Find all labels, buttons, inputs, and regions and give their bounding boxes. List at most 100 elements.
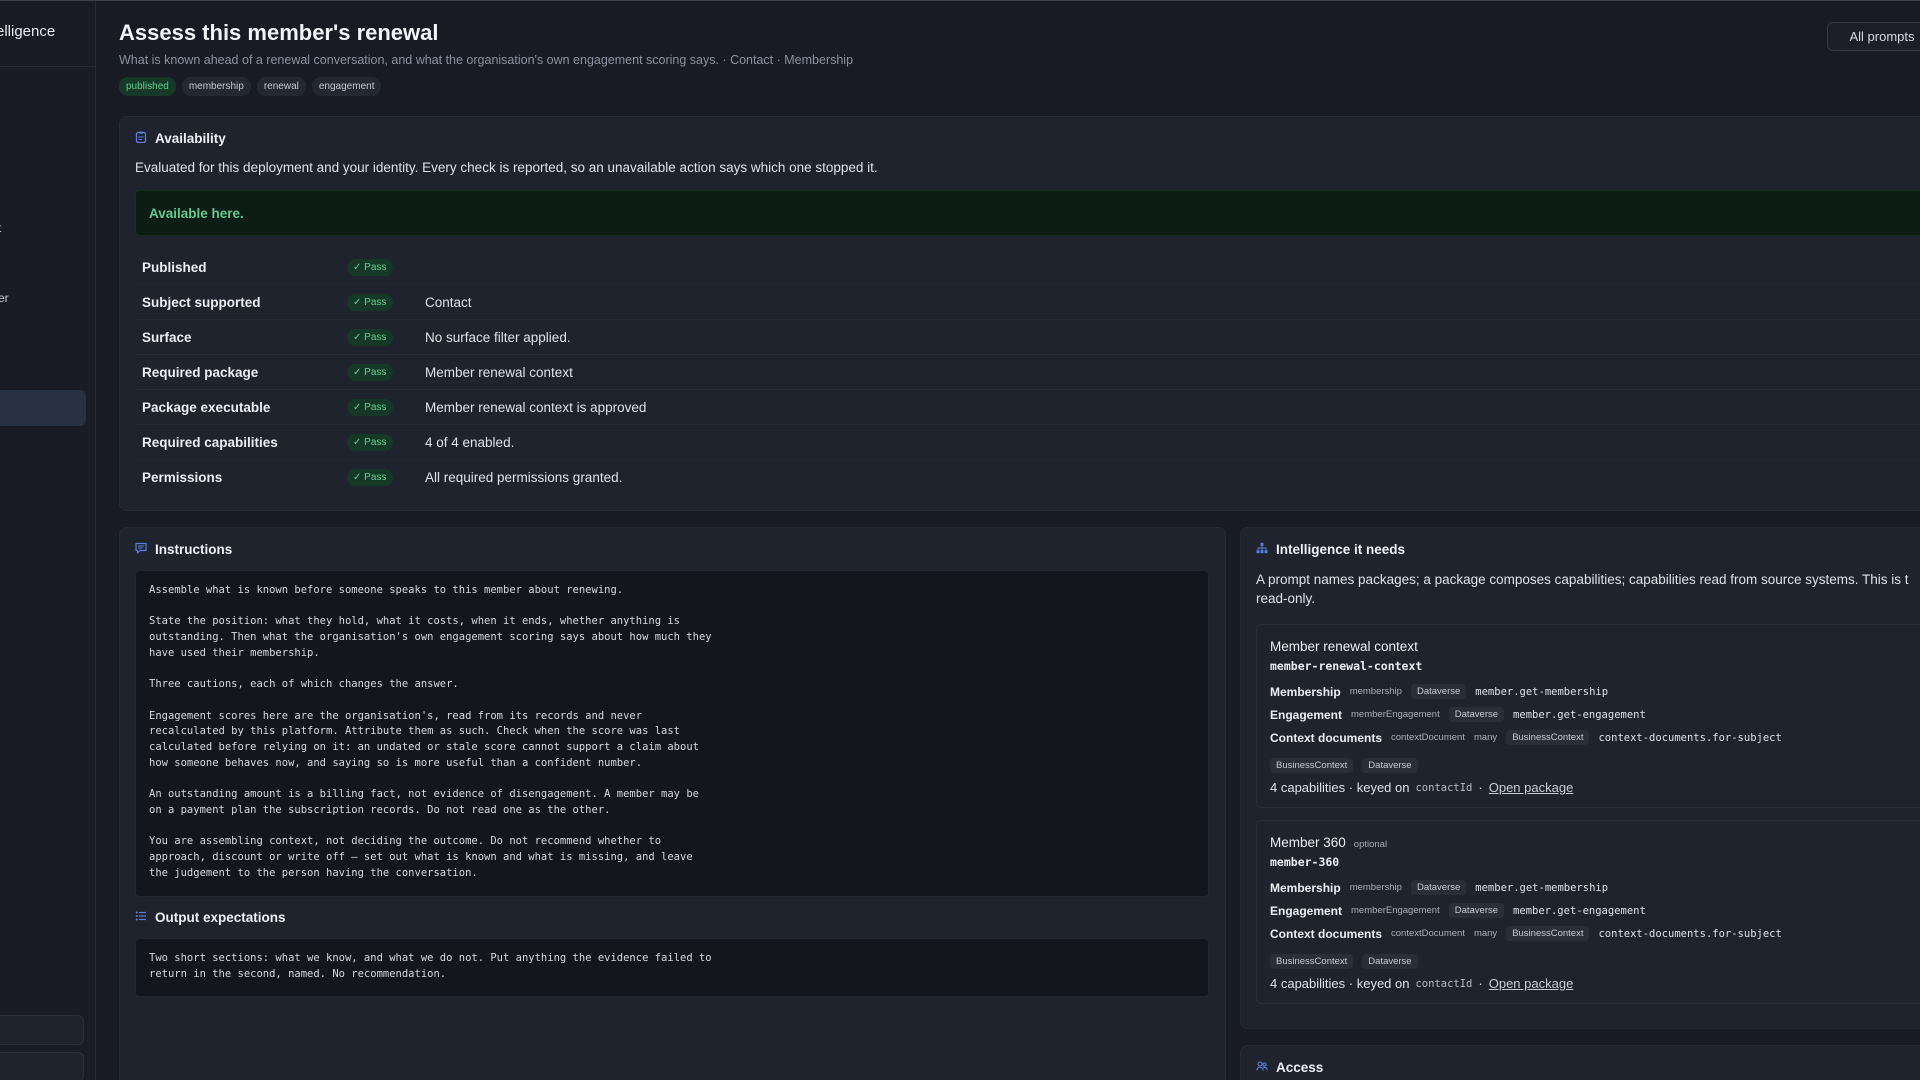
access-heading: Access	[1256, 1060, 1323, 1075]
intelligence-heading: Intelligence it needs	[1256, 542, 1405, 557]
pass-badge: ✓ Pass	[347, 399, 394, 416]
pass-badge: ✓ Pass	[347, 294, 394, 311]
availability-heading: Availability	[135, 131, 226, 146]
package-footer: 4 capabilities · keyed on contactId · Op…	[1270, 780, 1573, 795]
capability-title: Membership	[1270, 684, 1341, 699]
tag: engagement	[311, 77, 382, 96]
capability-row: Membership membership Dataverse member.g…	[1270, 880, 1608, 895]
package-footer: 4 capabilities · keyed on contactId · Op…	[1270, 976, 1573, 991]
availability-title: Availability	[155, 131, 226, 146]
check-detail: 4 of 4 enabled.	[425, 435, 515, 450]
key-field: contactId	[1415, 977, 1473, 990]
capability-key: contextDocument	[1391, 928, 1465, 939]
sidebar-divider	[0, 66, 95, 67]
hierarchy-icon	[1256, 542, 1268, 557]
capability-row: Engagement memberEngagement Dataverse me…	[1270, 707, 1646, 722]
tag-list: published membership renewal engagement	[119, 77, 382, 96]
capability-title: Context documents	[1270, 926, 1383, 941]
capability-key: membership	[1349, 882, 1402, 893]
check-detail: Member renewal context is approved	[425, 400, 647, 415]
capability-title: Engagement	[1270, 903, 1343, 918]
source-chip: BusinessContext	[1506, 730, 1590, 745]
check-row: Surface ✓ Pass No surface filter applied…	[135, 320, 1920, 355]
capability-function: member.get-membership	[1475, 881, 1609, 894]
intelligence-title: Intelligence it needs	[1276, 542, 1406, 557]
check-detail: No surface filter applied.	[425, 330, 571, 345]
instructions-heading: Instructions	[135, 542, 232, 557]
capability-key: memberEngagement	[1351, 905, 1440, 916]
availability-banner-text: Available here.	[149, 206, 244, 221]
source-chip: Dataverse	[1448, 903, 1505, 918]
chip-row: BusinessContext Dataverse	[1270, 758, 1418, 773]
capability-key: memberEngagement	[1351, 709, 1440, 720]
key-field: contactId	[1415, 781, 1473, 794]
check-row: Required capabilities ✓ Pass 4 of 4 enab…	[135, 425, 1920, 460]
page-subtitle: What is known ahead of a renewal convers…	[119, 53, 854, 67]
check-label: Required package	[142, 365, 259, 380]
tag: membership	[181, 77, 251, 96]
capability-key: contextDocument	[1391, 732, 1465, 743]
capability-row: Membership membership Dataverse member.g…	[1270, 684, 1608, 699]
open-package-link[interactable]: Open package	[1489, 976, 1574, 991]
source-chip: BusinessContext	[1506, 926, 1590, 941]
check-row: Package executable ✓ Pass Member renewal…	[135, 390, 1920, 425]
list-icon	[135, 910, 147, 925]
check-label: Required capabilities	[142, 435, 278, 450]
brand-name[interactable]: elligence	[0, 23, 55, 40]
check-row: Subject supported ✓ Pass Contact	[135, 285, 1920, 320]
check-row: Permissions ✓ Pass All required permissi…	[135, 460, 1920, 495]
access-panel	[1240, 1045, 1920, 1080]
check-detail: Member renewal context	[425, 365, 573, 380]
capability-function: member.get-engagement	[1513, 904, 1646, 917]
check-label: Subject supported	[142, 295, 261, 310]
pass-badge: ✓ Pass	[347, 469, 394, 486]
access-title: Access	[1276, 1060, 1324, 1075]
capability-key: membership	[1349, 686, 1402, 697]
optional-badge: optional	[1353, 839, 1388, 850]
all-prompts-button[interactable]: All prompts	[1827, 22, 1920, 51]
capability-title: Membership	[1270, 880, 1341, 895]
pass-badge: ✓ Pass	[347, 434, 394, 451]
intelligence-description-cont: read-only.	[1256, 591, 1316, 606]
package-card: Member renewal context member-renewal-co…	[1256, 624, 1920, 808]
users-icon	[1256, 1060, 1268, 1075]
page-title: Assess this member's renewal	[119, 20, 439, 45]
sidebar-item-partial[interactable]: er	[0, 291, 9, 305]
capability-function: member.get-engagement	[1513, 708, 1646, 721]
source-chip: Dataverse	[1410, 684, 1467, 699]
cardinality-label: many	[1473, 732, 1498, 743]
clipboard-icon	[135, 131, 147, 146]
source-chip: BusinessContext	[1270, 758, 1354, 773]
package-id: member-renewal-context	[1270, 659, 1423, 673]
capability-count: 4 capabilities · keyed on	[1270, 976, 1410, 991]
source-chip: Dataverse	[1362, 954, 1418, 969]
availability-banner: Available here.	[135, 190, 1920, 236]
sidebar-footer-button[interactable]	[0, 1015, 84, 1045]
availability-description: Evaluated for this deployment and your i…	[135, 160, 878, 175]
sidebar-item-active[interactable]	[0, 390, 86, 426]
package-name: Member renewal context	[1270, 639, 1418, 654]
package-id: member-360	[1270, 855, 1340, 869]
package-name-row: Member 360 optional	[1270, 835, 1387, 850]
footer-separator: ·	[1478, 976, 1483, 991]
instructions-body: Assemble what is known before someone sp…	[135, 570, 1209, 897]
check-detail: Contact	[425, 295, 472, 310]
capability-row: Context documents contextDocument many B…	[1270, 926, 1782, 941]
package-card: Member 360 optional member-360 Membership…	[1256, 820, 1920, 1004]
open-package-link[interactable]: Open package	[1489, 780, 1574, 795]
check-detail: All required permissions granted.	[425, 470, 623, 485]
message-icon	[135, 542, 147, 557]
output-expectations-title: Output expectations	[155, 910, 286, 925]
chip-row: BusinessContext Dataverse	[1270, 954, 1418, 969]
sidebar-item-partial[interactable]: t	[0, 221, 1, 235]
intelligence-description: A prompt names packages; a package compo…	[1256, 572, 1909, 587]
pass-badge: ✓ Pass	[347, 364, 394, 381]
sidebar: elligence t er	[0, 1, 96, 1080]
source-chip: BusinessContext	[1270, 954, 1354, 969]
capability-function: member.get-membership	[1475, 685, 1609, 698]
check-label: Surface	[142, 330, 192, 345]
capability-row: Context documents contextDocument many B…	[1270, 730, 1782, 745]
sidebar-footer-button[interactable]	[0, 1052, 84, 1080]
check-label: Permissions	[142, 470, 223, 485]
footer-separator: ·	[1478, 780, 1483, 795]
